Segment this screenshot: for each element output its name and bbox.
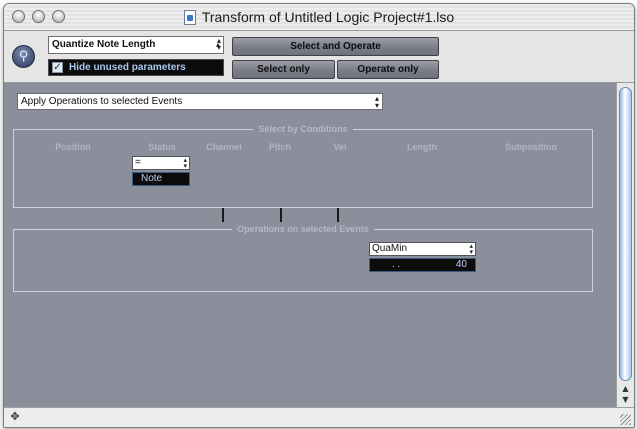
hide-unused-checkbox[interactable]: ✓ — [52, 62, 63, 73]
select-and-operate-button[interactable]: Select and Operate — [232, 37, 439, 56]
transform-window: Transform of Untitled Logic Project#1.ls… — [3, 3, 635, 428]
col-subposition: Subposition — [505, 142, 557, 152]
popup-arrows-icon: ▴ — [215, 40, 220, 49]
window-title: Transform of Untitled Logic Project#1.ls… — [201, 9, 455, 25]
status-value-field[interactable]: Note — [132, 172, 190, 186]
window-title-area: Transform of Untitled Logic Project#1.ls… — [4, 4, 634, 30]
connector-line — [280, 208, 282, 222]
operations-group: Operations on selected Events QuaMin ▴ ▾ … — [13, 224, 593, 292]
bottom-bar: ✥ — [4, 407, 634, 427]
title-bar[interactable]: Transform of Untitled Logic Project#1.ls… — [4, 4, 634, 31]
scroll-down-arrow-icon[interactable]: ▼ — [617, 394, 634, 406]
preset-popup[interactable]: Quantize Note Length ▴ — [48, 36, 224, 54]
updown-arrows-icon: ▴ ▾ — [469, 243, 473, 256]
apply-mode-popup[interactable]: Apply Operations to selected Events ▴ ▾ — [17, 93, 383, 110]
col-channel: Channel — [206, 142, 242, 152]
col-vel: Vel — [333, 142, 347, 152]
vertical-scrollbar[interactable]: ▲ ▼ — [616, 83, 634, 407]
toolbar: ⚲ Quantize Note Length ▴ ▴ ▾ ✓ Hide unuse… — [4, 31, 634, 83]
length-operation-value: QuaMin — [372, 243, 408, 254]
status-operator-popup[interactable]: = ▴ ▾ — [132, 156, 190, 170]
length-value-dots: . . — [392, 259, 401, 270]
select-only-button[interactable]: Select only — [232, 60, 335, 79]
updown-arrows-icon: ▴ ▾ — [374, 94, 379, 110]
connector-line — [222, 208, 224, 222]
transform-panel: Apply Operations to selected Events ▴ ▾ S… — [4, 83, 616, 407]
col-status: Status — [148, 142, 176, 152]
operations-title: Operations on selected Events — [232, 224, 374, 234]
length-value: 40 — [455, 259, 467, 270]
hide-unused-label: Hide unused parameters — [69, 62, 186, 73]
status-operator-value: = — [135, 157, 141, 168]
col-length: Length — [407, 142, 437, 152]
select-conditions-title: Select by Conditions — [253, 124, 353, 134]
col-position: Position — [55, 142, 91, 152]
length-value-field[interactable]: . . 40 — [369, 258, 476, 272]
preset-value: Quantize Note Length — [52, 39, 156, 50]
transform-tool-icon[interactable]: ⚲ — [12, 45, 35, 68]
hide-unused-toggle[interactable]: ✓ Hide unused parameters — [48, 59, 224, 76]
document-icon — [183, 9, 196, 25]
select-conditions-group: Select by Conditions Position Status Cha… — [13, 124, 593, 208]
updown-arrows-icon: ▴ ▾ — [183, 157, 187, 170]
length-operation-popup[interactable]: QuaMin ▴ ▾ — [369, 242, 476, 256]
resize-grip-icon[interactable] — [620, 414, 631, 425]
scroll-thumb[interactable] — [619, 87, 632, 381]
move-icon[interactable]: ✥ — [9, 411, 21, 423]
connector-line — [337, 208, 339, 222]
col-pitch: Pitch — [268, 142, 291, 152]
apply-mode-value: Apply Operations to selected Events — [21, 96, 183, 107]
operate-only-button[interactable]: Operate only — [337, 60, 439, 79]
